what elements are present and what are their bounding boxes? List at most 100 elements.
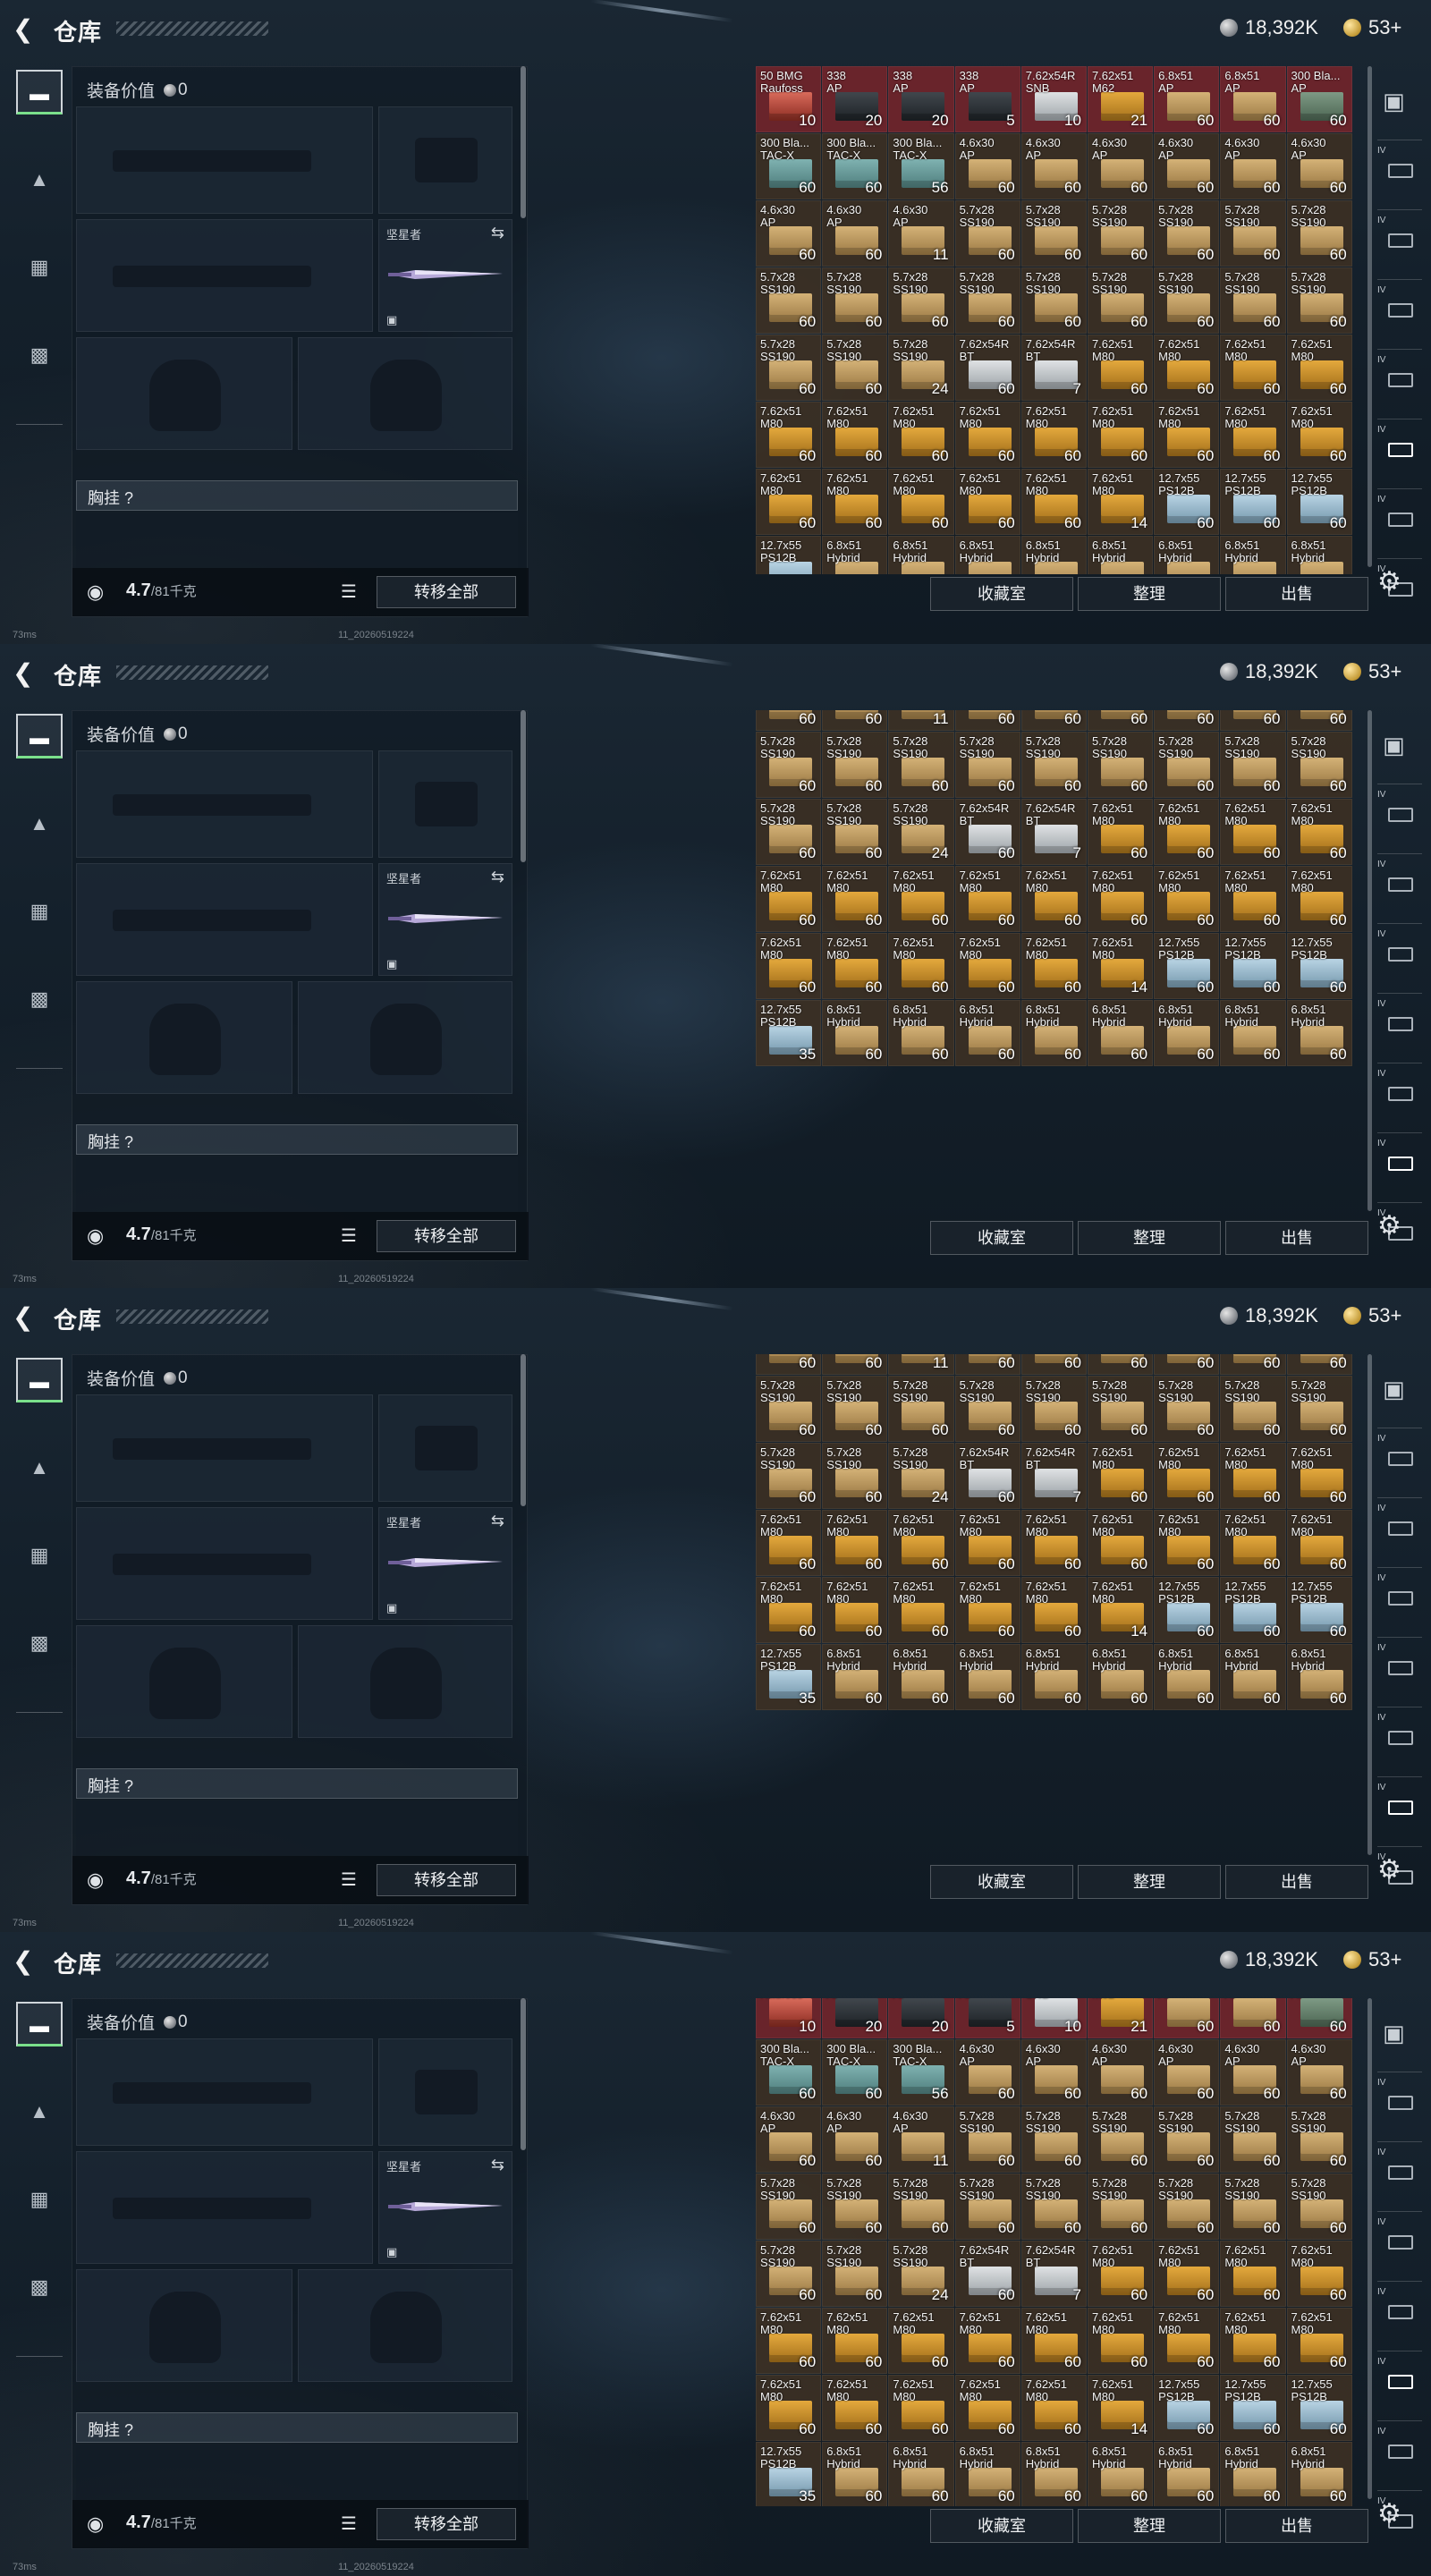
stash-item[interactable]: 7.62x51 M80 60: [756, 2308, 822, 2374]
stash-item[interactable]: 5.7x28 SS19060: [954, 732, 1020, 798]
stash-item[interactable]: 6.8x51 Hybrid60: [1020, 536, 1087, 574]
stash-item[interactable]: 7.62x51 M80 60: [1020, 402, 1087, 468]
stash-item[interactable]: 7.62x51 M62 21: [1087, 1998, 1154, 2038]
stash-item[interactable]: 7.62x51 M80 60: [1087, 2241, 1154, 2307]
stash-item[interactable]: 12.7x55 PS12B35: [756, 536, 822, 574]
stash-item[interactable]: 7.62x54R BT 60: [954, 2241, 1020, 2307]
transfer-all-button[interactable]: 转移全部: [377, 2508, 516, 2540]
stash-item[interactable]: 7.62x51 M80 60: [1154, 2241, 1220, 2307]
stash-item[interactable]: 6.8x51 Hybrid60: [1154, 2442, 1220, 2506]
stash-item[interactable]: 7.62x51 M80 60: [756, 469, 822, 535]
sell-button[interactable]: 出售: [1225, 2509, 1368, 2543]
settings-gear-icon[interactable]: ⚙: [1377, 2498, 1401, 2529]
stash-item[interactable]: 7.62x51 M80 60: [1020, 469, 1087, 535]
stash-item[interactable]: 7.62x51 M80 60: [1286, 402, 1352, 468]
stash-item[interactable]: 4.6x30 AP60: [756, 2106, 822, 2173]
stash-item[interactable]: 50 BMG Raufoss 10: [756, 66, 822, 132]
collection-room-button[interactable]: 收藏室: [930, 1221, 1073, 1255]
gold-currency[interactable]: 53+: [1343, 1304, 1401, 1327]
stash-item[interactable]: 7.62x51 M80 60: [1154, 402, 1220, 468]
stash-item[interactable]: 5.7x28 SS19060: [888, 1376, 954, 1442]
stash-item[interactable]: 5.7x28 SS190 24: [888, 799, 954, 865]
stash-item[interactable]: 5.7x28 SS19060: [1220, 2174, 1286, 2240]
stash-item[interactable]: 7.62x54R BT 60: [954, 799, 1020, 865]
stash-item[interactable]: 5.7x28 SS19060: [1020, 1376, 1087, 1442]
stash-item[interactable]: 5.7x28 SS190 24: [888, 335, 954, 401]
stash-item[interactable]: 5.7x28 SS19060: [756, 2241, 822, 2307]
transfer-all-button[interactable]: 转移全部: [377, 576, 516, 608]
chest-rig-header[interactable]: 胸挂 ?: [76, 480, 518, 511]
stash-item[interactable]: 338 AP 5: [954, 1998, 1020, 2038]
stash-item[interactable]: 5.7x28 SS19060: [1020, 1354, 1087, 1375]
category-tab[interactable]: IV: [1377, 2281, 1422, 2343]
stash-item[interactable]: 7.62x54R BT 60: [954, 335, 1020, 401]
back-button[interactable]: ❮: [13, 16, 39, 43]
stash-item[interactable]: 5.7x28 SS19060: [1020, 200, 1087, 267]
stash-item[interactable]: 7.62x51 M80 60: [1020, 2375, 1087, 2441]
stash-item[interactable]: 7.62x51 M80 60: [1087, 866, 1154, 932]
stash-item[interactable]: 338 AP 20: [822, 66, 888, 132]
stash-item[interactable]: 12.7x55 PS12B 60: [1154, 469, 1220, 535]
stash-item[interactable]: 6.8x51 Hybrid60: [1020, 2442, 1087, 2506]
back-button[interactable]: ❮: [13, 1948, 39, 1975]
sort-button[interactable]: 整理: [1078, 1865, 1221, 1899]
stash-item[interactable]: 4.6x30 AP60: [756, 1354, 822, 1375]
sort-button[interactable]: 整理: [1078, 2509, 1221, 2543]
category-tab[interactable]: IV: [1377, 1567, 1422, 1630]
secondary-weapon-slot[interactable]: [76, 2151, 373, 2264]
stash-item[interactable]: 7.62x51 M80 60: [1020, 1510, 1087, 1576]
stash-item[interactable]: 5.7x28 SS19060: [1087, 200, 1154, 267]
helmet-slot[interactable]: [76, 981, 292, 1094]
swap-icon[interactable]: ⇆: [491, 1512, 504, 1530]
stash-item[interactable]: 5.7x28 SS19060: [888, 267, 954, 334]
stash-item[interactable]: 7.62x51 M80 60: [954, 2375, 1020, 2441]
pistol-slot[interactable]: [378, 1394, 512, 1502]
stash-category-icon[interactable]: ▣: [1383, 732, 1405, 759]
stash-item[interactable]: 7.62x51 M80 60: [1286, 1443, 1352, 1509]
stash-item[interactable]: 5.7x28 SS190 24: [888, 2241, 954, 2307]
stash-item[interactable]: 4.6x30 AP11: [888, 710, 954, 731]
stash-item[interactable]: 5.7x28 SS19060: [1087, 267, 1154, 334]
stash-item[interactable]: 7.62x51 M80 60: [888, 2308, 954, 2374]
stash-item[interactable]: 7.62x51 M80 60: [1154, 335, 1220, 401]
stash-scrollbar[interactable]: [1367, 710, 1372, 1211]
stash-item[interactable]: 338 AP 20: [822, 1998, 888, 2038]
stash-scrollbar[interactable]: [1367, 66, 1372, 567]
stash-item[interactable]: 6.8x51 Hybrid60: [1220, 1644, 1286, 1710]
stash-item[interactable]: 4.6x30 AP60: [1154, 133, 1220, 199]
silver-currency[interactable]: 18,392K: [1220, 660, 1318, 683]
melee-slot[interactable]: 坚星者 ⇆ ▣: [378, 1507, 512, 1620]
stash-item[interactable]: 5.7x28 SS19060: [1220, 267, 1286, 334]
stash-item[interactable]: 5.7x28 SS19060: [822, 2174, 888, 2240]
stash-item[interactable]: 6.8x51 Hybrid60: [1286, 1644, 1352, 1710]
stash-item[interactable]: 7.62x51 M80 60: [1087, 1510, 1154, 1576]
stash-item[interactable]: 7.62x51 M80 14: [1087, 2375, 1154, 2441]
stash-item[interactable]: 6.8x51 Hybrid60: [1154, 536, 1220, 574]
stash-item[interactable]: 6.8x51 Hybrid60: [954, 1000, 1020, 1066]
pistol-slot[interactable]: [378, 2038, 512, 2146]
category-tab[interactable]: IV: [1377, 279, 1422, 342]
stash-item[interactable]: 5.7x28 SS19060: [954, 200, 1020, 267]
chest-rig-slot[interactable]: [76, 513, 518, 568]
stash-item[interactable]: 7.62x51 M80 60: [1286, 1510, 1352, 1576]
gold-currency[interactable]: 53+: [1343, 16, 1401, 39]
category-tab[interactable]: IV: [1377, 2141, 1422, 2204]
stash-item[interactable]: 5.7x28 SS19060: [822, 2241, 888, 2307]
category-tab[interactable]: IV: [1377, 2211, 1422, 2274]
stash-item[interactable]: 5.7x28 SS19060: [1020, 710, 1087, 731]
stash-item[interactable]: 7.62x54R SNB 10: [1020, 66, 1087, 132]
stash-item[interactable]: 6.8x51 Hybrid60: [1154, 1000, 1220, 1066]
stash-item[interactable]: 5.7x28 SS19060: [756, 267, 822, 334]
melee-slot[interactable]: 坚星者 ⇆ ▣: [378, 863, 512, 976]
chest-rig-header[interactable]: 胸挂 ?: [76, 2412, 518, 2443]
stash-item[interactable]: 6.8x51 Hybrid60: [1087, 2442, 1154, 2506]
stash-item[interactable]: 4.6x30 AP60: [1220, 2039, 1286, 2106]
category-tab[interactable]: IV: [1377, 1776, 1422, 1839]
stash-item[interactable]: 5.7x28 SS19060: [1286, 732, 1352, 798]
stash-item[interactable]: 7.62x51 M80 60: [822, 933, 888, 999]
stash-item[interactable]: 7.62x51 M80 60: [1154, 2308, 1220, 2374]
side-tab-pistol[interactable]: ▬: [16, 714, 63, 758]
chest-rig-slot[interactable]: [76, 1801, 518, 1856]
swap-icon[interactable]: ⇆: [491, 868, 504, 886]
stash-item[interactable]: 6.8x51 Hybrid60: [1087, 1644, 1154, 1710]
